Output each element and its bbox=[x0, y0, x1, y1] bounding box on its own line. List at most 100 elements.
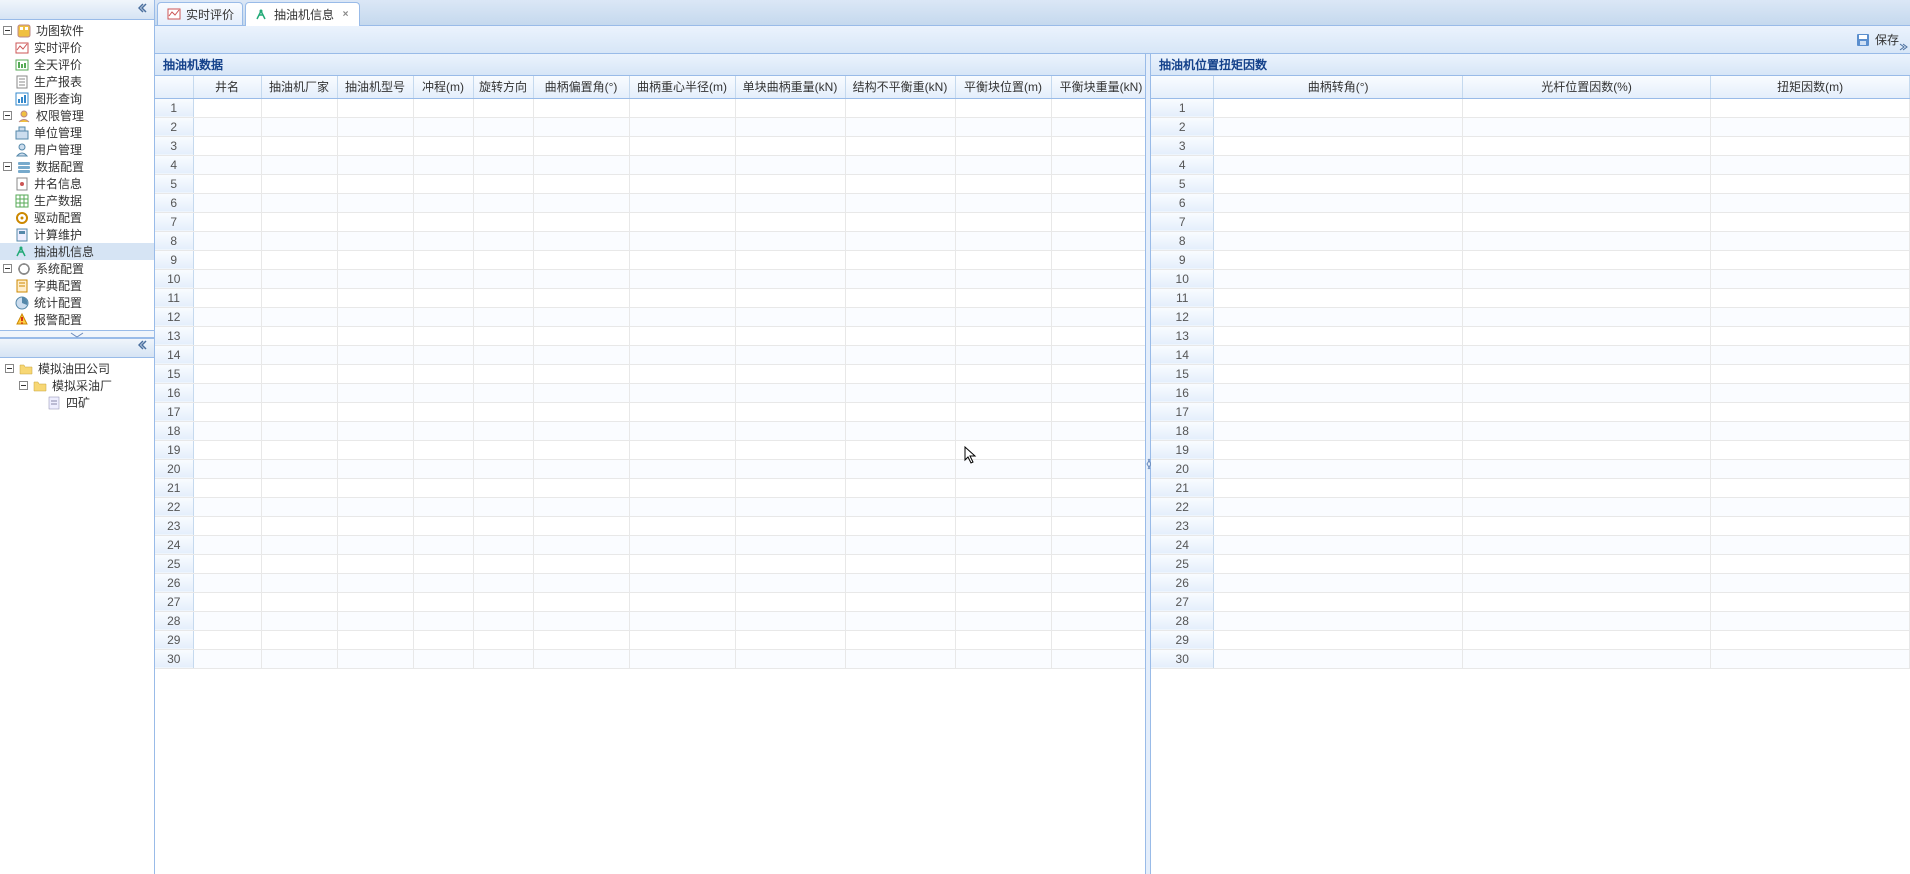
column-header[interactable]: 扭矩因数(m) bbox=[1711, 76, 1910, 98]
grid-cell[interactable] bbox=[533, 231, 629, 250]
grid-cell[interactable] bbox=[193, 459, 261, 478]
grid-cell[interactable] bbox=[955, 402, 1051, 421]
table-row[interactable]: 18 bbox=[1151, 421, 1910, 440]
grid-cell[interactable] bbox=[1214, 649, 1462, 668]
org-item-1[interactable]: 模拟采油厂 bbox=[0, 377, 154, 394]
grid-cell[interactable] bbox=[1214, 231, 1462, 250]
table-row[interactable]: 14 bbox=[155, 345, 1145, 364]
grid-cell[interactable] bbox=[1214, 535, 1462, 554]
tab-close-icon[interactable]: × bbox=[340, 9, 351, 20]
table-row[interactable]: 9 bbox=[1151, 250, 1910, 269]
grid-cell[interactable] bbox=[193, 364, 261, 383]
grid-cell[interactable] bbox=[1051, 136, 1145, 155]
grid-cell[interactable] bbox=[261, 535, 337, 554]
grid-cell[interactable] bbox=[1462, 573, 1710, 592]
grid-cell[interactable] bbox=[955, 288, 1051, 307]
nav-item-13[interactable]: 抽油机信息 bbox=[0, 243, 154, 260]
grid-cell[interactable] bbox=[955, 592, 1051, 611]
grid-cell[interactable] bbox=[629, 174, 735, 193]
grid-cell[interactable] bbox=[1462, 516, 1710, 535]
grid-cell[interactable] bbox=[1711, 231, 1910, 250]
column-header[interactable]: 平衡块重量(kN) bbox=[1051, 76, 1145, 98]
grid-cell[interactable] bbox=[629, 630, 735, 649]
grid-cell[interactable] bbox=[1051, 155, 1145, 174]
grid-cell[interactable] bbox=[413, 364, 473, 383]
grid-cell[interactable] bbox=[1462, 497, 1710, 516]
grid-cell[interactable] bbox=[473, 231, 533, 250]
grid-cell[interactable] bbox=[413, 630, 473, 649]
grid-cell[interactable] bbox=[1214, 459, 1462, 478]
grid-cell[interactable] bbox=[845, 611, 955, 630]
grid-cell[interactable] bbox=[955, 630, 1051, 649]
column-header[interactable]: 结构不平衡重(kN) bbox=[845, 76, 955, 98]
table-row[interactable]: 30 bbox=[1151, 649, 1910, 668]
grid-cell[interactable] bbox=[413, 98, 473, 117]
grid-cell[interactable] bbox=[1214, 136, 1462, 155]
grid-cell[interactable] bbox=[629, 136, 735, 155]
grid-cell[interactable] bbox=[735, 250, 845, 269]
grid-cell[interactable] bbox=[337, 364, 413, 383]
grid-cell[interactable] bbox=[337, 307, 413, 326]
table-row[interactable]: 30 bbox=[155, 649, 1145, 668]
grid-cell[interactable] bbox=[1051, 649, 1145, 668]
grid-cell[interactable] bbox=[629, 402, 735, 421]
grid-cell[interactable] bbox=[413, 307, 473, 326]
nav-item-0[interactable]: 功图软件 bbox=[0, 22, 154, 39]
grid-cell[interactable] bbox=[1711, 421, 1910, 440]
table-row[interactable]: 8 bbox=[1151, 231, 1910, 250]
grid-cell[interactable] bbox=[473, 250, 533, 269]
nav-item-15[interactable]: 字典配置 bbox=[0, 277, 154, 294]
grid-cell[interactable] bbox=[1711, 212, 1910, 231]
grid-cell[interactable] bbox=[413, 136, 473, 155]
grid-cell[interactable] bbox=[629, 212, 735, 231]
grid-cell[interactable] bbox=[845, 326, 955, 345]
table-row[interactable]: 6 bbox=[155, 193, 1145, 212]
grid-cell[interactable] bbox=[735, 592, 845, 611]
grid-cell[interactable] bbox=[845, 364, 955, 383]
grid-cell[interactable] bbox=[845, 288, 955, 307]
grid-cell[interactable] bbox=[1711, 136, 1910, 155]
grid-cell[interactable] bbox=[1214, 193, 1462, 212]
grid-cell[interactable] bbox=[193, 269, 261, 288]
grid-cell[interactable] bbox=[735, 212, 845, 231]
grid-cell[interactable] bbox=[337, 345, 413, 364]
grid-cell[interactable] bbox=[1214, 288, 1462, 307]
grid-cell[interactable] bbox=[533, 364, 629, 383]
grid-cell[interactable] bbox=[629, 193, 735, 212]
table-row[interactable]: 1 bbox=[1151, 98, 1910, 117]
grid-cell[interactable] bbox=[1214, 345, 1462, 364]
grid-cell[interactable] bbox=[1214, 497, 1462, 516]
grid-cell[interactable] bbox=[193, 98, 261, 117]
grid-cell[interactable] bbox=[533, 250, 629, 269]
grid-cell[interactable] bbox=[413, 193, 473, 212]
grid-cell[interactable] bbox=[193, 231, 261, 250]
grid-cell[interactable] bbox=[533, 98, 629, 117]
grid-cell[interactable] bbox=[1051, 611, 1145, 630]
table-row[interactable]: 6 bbox=[1151, 193, 1910, 212]
grid-cell[interactable] bbox=[845, 516, 955, 535]
grid-cell[interactable] bbox=[1711, 649, 1910, 668]
tab-1[interactable]: 抽油机信息× bbox=[245, 2, 360, 26]
grid-cell[interactable] bbox=[629, 250, 735, 269]
grid-cell[interactable] bbox=[261, 117, 337, 136]
grid-cell[interactable] bbox=[1214, 155, 1462, 174]
table-row[interactable]: 16 bbox=[1151, 383, 1910, 402]
grid-cell[interactable] bbox=[1711, 611, 1910, 630]
grid-cell[interactable] bbox=[1462, 250, 1710, 269]
grid-cell[interactable] bbox=[1462, 440, 1710, 459]
grid-cell[interactable] bbox=[261, 516, 337, 535]
grid-cell[interactable] bbox=[533, 136, 629, 155]
table-row[interactable]: 8 bbox=[155, 231, 1145, 250]
grid-cell[interactable] bbox=[1214, 326, 1462, 345]
grid-cell[interactable] bbox=[261, 364, 337, 383]
tree-toggle-icon[interactable] bbox=[16, 379, 30, 393]
grid-cell[interactable] bbox=[473, 307, 533, 326]
grid-cell[interactable] bbox=[1214, 440, 1462, 459]
grid-cell[interactable] bbox=[533, 535, 629, 554]
grid-cell[interactable] bbox=[955, 459, 1051, 478]
grid-cell[interactable] bbox=[629, 573, 735, 592]
grid-cell[interactable] bbox=[1462, 364, 1710, 383]
grid-cell[interactable] bbox=[261, 421, 337, 440]
grid-cell[interactable] bbox=[735, 174, 845, 193]
grid-cell[interactable] bbox=[337, 440, 413, 459]
